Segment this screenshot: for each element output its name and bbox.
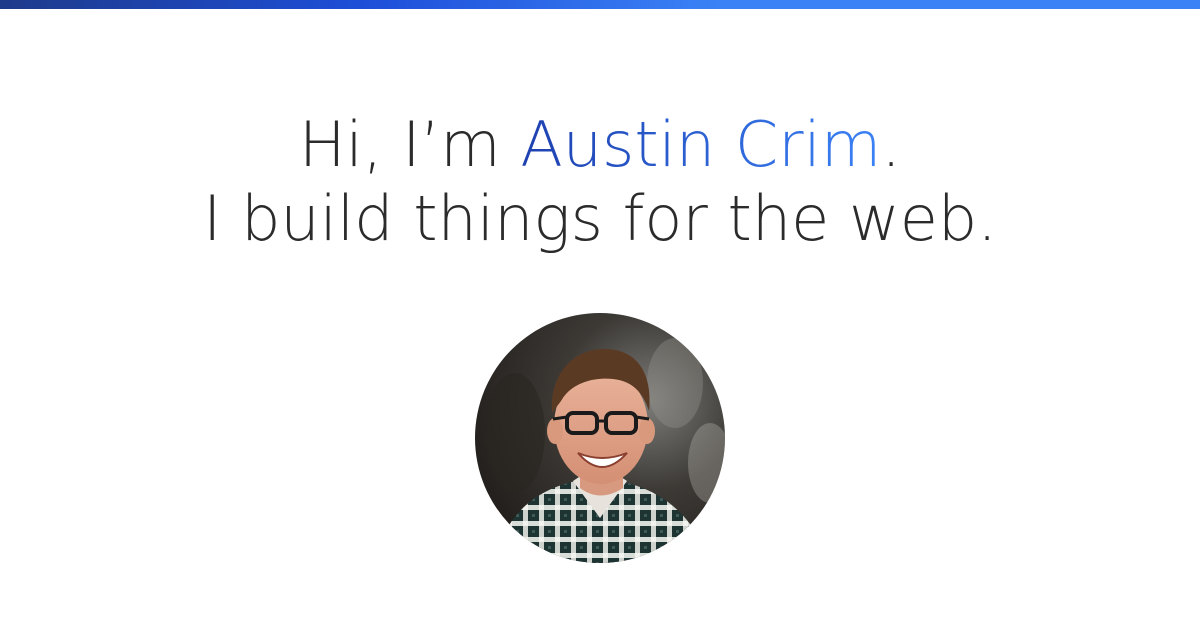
- greeting-suffix: .: [881, 108, 902, 181]
- tagline: I build things for the web.: [203, 182, 997, 255]
- hero-heading: Hi, I’m Austin Crim. I build things for …: [0, 108, 1200, 256]
- profile-photo-icon: [475, 313, 725, 563]
- avatar: [475, 313, 725, 563]
- top-accent-bar: [0, 0, 1200, 9]
- greeting-prefix: Hi, I’m: [298, 108, 521, 181]
- greeting-line: Hi, I’m Austin Crim.: [0, 108, 1200, 182]
- author-name: Austin Crim: [520, 108, 882, 181]
